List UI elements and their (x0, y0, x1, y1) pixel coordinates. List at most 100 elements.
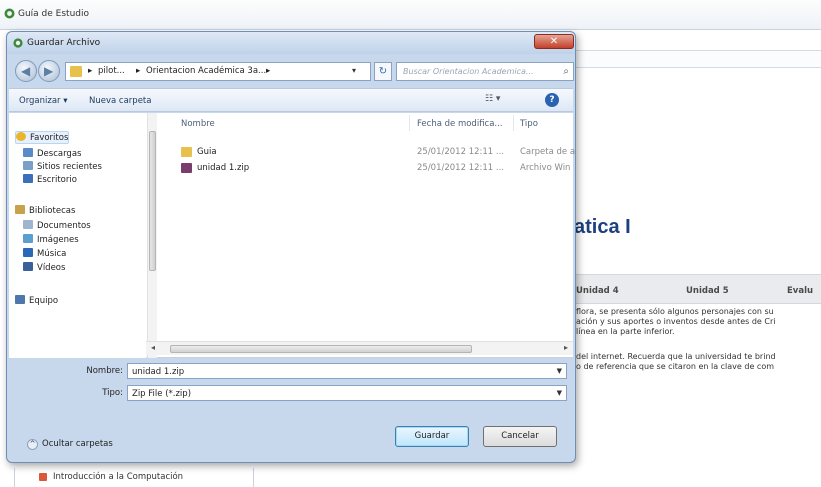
chevron-down-icon[interactable]: ▼ (557, 389, 562, 397)
background-header-strip (572, 50, 821, 68)
search-input[interactable]: Buscar Orientacion Academica... ⌕ (396, 62, 574, 81)
tree-item-documentos[interactable]: Documentos (23, 220, 91, 233)
dialog-titlebar[interactable]: Guardar Archivo ✕ (7, 32, 575, 54)
breadcrumb-separator-icon[interactable]: ▸ (266, 66, 270, 76)
tree-item-imagenes[interactable]: Imágenes (23, 234, 79, 247)
dialog-title: Guardar Archivo (27, 38, 101, 48)
hide-folders-label: Ocultar carpetas (42, 439, 113, 449)
tree-item-musica[interactable]: Música (23, 248, 66, 261)
recent-places-icon (23, 161, 33, 170)
file-type: Carpeta de a (520, 147, 576, 157)
column-separator (513, 115, 514, 131)
column-header-type[interactable]: Tipo (520, 119, 538, 129)
tree-item-favoritos[interactable]: Favoritos (15, 131, 70, 144)
libraries-icon (15, 205, 25, 214)
help-icon[interactable]: ? (545, 93, 559, 107)
background-window-titlebar: Guía de Estudio (0, 0, 821, 30)
file-list: Nombre Fecha de modifica... Tipo Guia 25… (159, 113, 576, 358)
course-icon (39, 473, 47, 481)
refresh-icon: ↻ (378, 66, 388, 77)
tab-unidad-5[interactable]: Unidad 5 (686, 286, 729, 296)
unit-tabs: Unidad 4 Unidad 5 Evalu (572, 274, 821, 304)
zip-archive-icon (181, 163, 192, 173)
sidebar-link-introduccion[interactable]: Introducción a la Computación (14, 468, 254, 487)
column-header-name[interactable]: Nombre (181, 119, 215, 129)
downloads-folder-icon (23, 148, 33, 157)
computer-icon (15, 295, 25, 304)
scroll-left-icon[interactable]: ◂ (151, 343, 155, 352)
breadcrumb-separator-icon: ▸ (88, 66, 93, 76)
browser-panes: Favoritos Descargas Sitios recientes Esc… (9, 113, 576, 358)
sidebar-link-label: Introducción a la Computación (53, 472, 184, 482)
scrollbar-thumb[interactable] (149, 131, 156, 271)
filename-label: Nombre: (86, 366, 123, 376)
tree-item-equipo[interactable]: Equipo (15, 295, 58, 308)
close-button[interactable]: ✕ (534, 34, 574, 49)
refresh-button[interactable]: ↻ (374, 62, 392, 81)
save-button[interactable]: Guardar (395, 426, 469, 447)
horizontal-scrollbar[interactable]: ◂ ▸ (146, 341, 573, 355)
chevron-down-icon[interactable]: ▼ (557, 367, 562, 375)
folder-icon (70, 66, 82, 77)
back-button[interactable]: ◀ (15, 60, 37, 82)
filename-field[interactable]: unidad 1.zip ▼ (127, 363, 567, 379)
address-bar[interactable]: ▸ pilot... ▸ Orientacion Académica 3a...… (65, 62, 371, 81)
app-icon (4, 8, 15, 19)
music-icon (23, 248, 33, 257)
tree-item-bibliotecas[interactable]: Bibliotecas (15, 205, 75, 218)
tree-item-videos[interactable]: Vídeos (23, 262, 65, 275)
tab-evaluacion[interactable]: Evalu (787, 286, 813, 296)
file-date: 25/01/2012 12:11 ... (417, 147, 504, 157)
file-name: unidad 1.zip (197, 163, 250, 173)
course-title: atica I (574, 216, 631, 238)
forward-button[interactable]: ▶ (38, 60, 60, 82)
folder-icon (181, 147, 192, 157)
tree-item-descargas[interactable]: Descargas (23, 148, 81, 161)
documents-icon (23, 220, 33, 229)
background-window-title: Guía de Estudio (18, 9, 89, 19)
breadcrumb-pilot[interactable]: pilot... (98, 66, 125, 76)
videos-icon (23, 262, 33, 271)
scroll-right-icon[interactable]: ▸ (564, 343, 568, 352)
file-type: Archivo Win (520, 163, 571, 173)
breadcrumb-separator-icon: ▸ (136, 66, 141, 76)
filetype-select[interactable]: Zip File (*.zip) ▼ (127, 385, 567, 401)
column-separator (409, 115, 410, 131)
new-folder-button[interactable]: Nueva carpeta (89, 96, 151, 106)
paragraph-line: línea en la parte inferior. (576, 327, 675, 336)
pictures-icon (23, 234, 33, 243)
filetype-value: Zip File (*.zip) (132, 389, 192, 399)
paragraph-line: ación y sus aportes o inventos desde ant… (576, 317, 776, 326)
hide-folders-toggle[interactable]: ^ Ocultar carpetas (27, 438, 147, 452)
command-toolbar: Organizar ▾ Nueva carpeta ☷ ▾ ? (9, 88, 573, 112)
file-name: Guia (197, 147, 217, 157)
tree-item-sitios-recientes[interactable]: Sitios recientes (23, 161, 102, 174)
column-header-date[interactable]: Fecha de modifica... (417, 119, 503, 129)
back-arrow-icon: ◀ (21, 64, 31, 78)
tab-unidad-4[interactable]: Unidad 4 (576, 286, 619, 296)
forward-arrow-icon: ▶ (44, 64, 54, 78)
save-file-dialog: Guardar Archivo ✕ ◀ ▶ ▸ pilot... ▸ Orien… (6, 31, 576, 463)
scrollbar-thumb[interactable] (170, 345, 472, 353)
organize-button[interactable]: Organizar ▾ (19, 96, 68, 106)
cancel-button[interactable]: Cancelar (483, 426, 557, 447)
file-row-guia[interactable]: Guia 25/01/2012 12:11 ... Carpeta de a (159, 145, 576, 159)
breadcrumb-orientacion[interactable]: Orientacion Académica 3a... (146, 66, 266, 76)
view-options-icon[interactable]: ☷ ▾ (485, 94, 513, 107)
file-row-unidad-1-zip[interactable]: unidad 1.zip 25/01/2012 12:11 ... Archiv… (159, 161, 573, 175)
collapse-icon: ^ (27, 439, 38, 450)
search-placeholder: Buscar Orientacion Academica... (403, 67, 534, 76)
desktop-icon (23, 174, 33, 183)
paragraph-line: del internet. Recuerda que la universida… (576, 352, 776, 361)
file-date: 25/01/2012 12:11 ... (417, 163, 504, 173)
navigation-scrollbar[interactable] (147, 113, 157, 358)
paragraph-line: flora, se presenta sólo algunos personaj… (576, 307, 774, 316)
filename-value: unidad 1.zip (132, 367, 185, 377)
paragraph-line: o de referencia que se citaron en la cla… (576, 362, 775, 371)
tree-item-escritorio[interactable]: Escritorio (23, 174, 77, 187)
search-icon: ⌕ (563, 66, 569, 77)
chevron-down-icon[interactable]: ▾ (352, 66, 356, 75)
star-icon (16, 132, 26, 141)
filetype-label: Tipo: (102, 388, 123, 398)
navigation-pane: Favoritos Descargas Sitios recientes Esc… (9, 113, 146, 358)
